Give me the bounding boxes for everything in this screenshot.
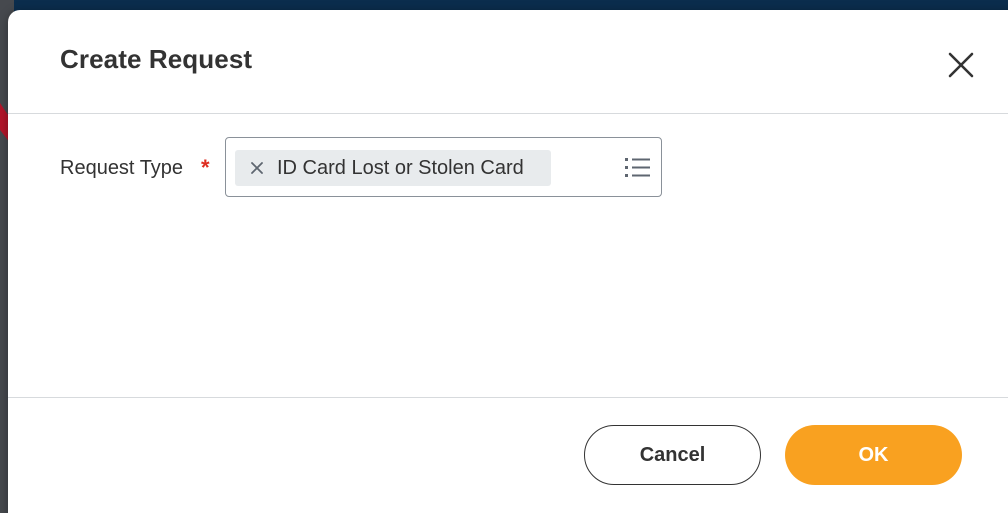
remove-selection-button[interactable] [243, 150, 271, 186]
x-icon [251, 162, 263, 174]
required-indicator: * [201, 155, 210, 180]
cancel-button[interactable]: Cancel [584, 425, 761, 485]
close-icon [948, 52, 974, 78]
dialog-header: Create Request [8, 10, 1008, 114]
ok-button[interactable]: OK [785, 425, 962, 485]
request-type-label: Request Type [60, 157, 184, 179]
request-type-field: Request Type * ID Card Lost or Stolen Ca… [8, 137, 1008, 201]
create-request-dialog: Create Request Request Type * ID Card Lo… [8, 10, 1008, 513]
list-icon [625, 158, 650, 177]
list-options-button[interactable] [622, 154, 654, 182]
dialog-title: Create Request [60, 44, 253, 74]
selected-item-pill[interactable]: ID Card Lost or Stolen Card [235, 150, 551, 186]
close-button[interactable] [944, 48, 978, 82]
dialog-footer: Cancel OK [8, 397, 1008, 513]
request-type-prompt[interactable]: ID Card Lost or Stolen Card [225, 137, 662, 197]
selected-item-label: ID Card Lost or Stolen Card [277, 156, 524, 179]
